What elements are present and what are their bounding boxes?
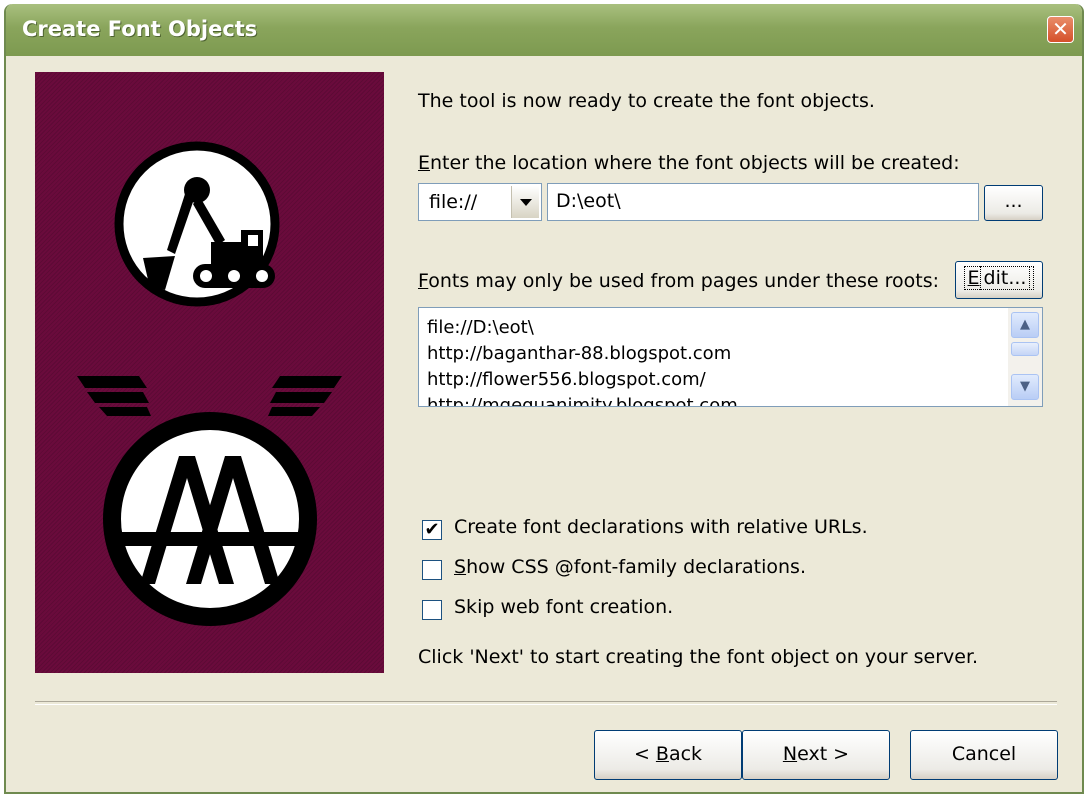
roots-label: Fonts may only be used from pages under … xyxy=(418,270,940,292)
relative-urls-label[interactable]: Create font declarations with relative U… xyxy=(454,516,868,538)
edit-roots-button[interactable]: Edit... xyxy=(955,261,1043,299)
relative-urls-checkbox[interactable]: ✔ xyxy=(422,520,442,540)
window-title: Create Font Objects xyxy=(22,17,258,41)
protocol-select[interactable]: file:// xyxy=(418,183,542,221)
excavator-icon xyxy=(114,141,280,307)
winged-aa-logo xyxy=(77,376,342,626)
location-path-input[interactable]: D:\eot\ xyxy=(547,183,979,221)
separator xyxy=(35,701,1057,705)
intro-text: The tool is now ready to create the font… xyxy=(418,90,875,112)
list-item[interactable]: http://mgequanimity.blogspot.com xyxy=(427,393,738,406)
protocol-value: file:// xyxy=(429,191,478,213)
logo-artwork xyxy=(77,141,342,626)
location-label: Enter the location where the font object… xyxy=(418,152,960,174)
wizard-artwork xyxy=(35,72,384,673)
list-item[interactable]: http://flower556.blogspot.com/ xyxy=(427,367,738,393)
scroll-down-icon[interactable]: ▼ xyxy=(1011,374,1039,400)
checkmark-icon: ✔ xyxy=(424,519,440,540)
dialog-window: Create Font Objects ✕ The tool is now re… xyxy=(4,4,1084,794)
close-button[interactable]: ✕ xyxy=(1047,16,1074,43)
list-item[interactable]: http://baganthar-88.blogspot.com xyxy=(427,341,738,367)
chevron-down-icon[interactable] xyxy=(511,186,539,218)
listbox-scrollbar[interactable]: ▲ ▼ xyxy=(1008,308,1042,406)
hint-text: Click 'Next' to start creating the font … xyxy=(418,646,979,668)
title-bar[interactable]: Create Font Objects ✕ xyxy=(6,4,1082,56)
skip-web-font-checkbox[interactable] xyxy=(422,600,442,620)
close-icon: ✕ xyxy=(1052,17,1069,41)
list-item[interactable]: file://D:\eot\ xyxy=(427,315,738,341)
roots-listbox[interactable]: file://D:\eot\ http://baganthar-88.blogs… xyxy=(418,307,1043,407)
browse-button[interactable]: ... xyxy=(984,185,1043,221)
skip-web-font-label[interactable]: Skip web font creation. xyxy=(454,596,673,618)
show-css-label[interactable]: Show CSS @font-family declarations. xyxy=(454,556,806,578)
back-button[interactable]: < Back xyxy=(594,730,742,780)
cancel-button[interactable]: Cancel xyxy=(910,730,1058,780)
scroll-thumb[interactable] xyxy=(1011,342,1039,356)
next-button[interactable]: Next > xyxy=(742,730,890,780)
show-css-checkbox[interactable] xyxy=(422,560,442,580)
scroll-up-icon[interactable]: ▲ xyxy=(1011,312,1039,338)
